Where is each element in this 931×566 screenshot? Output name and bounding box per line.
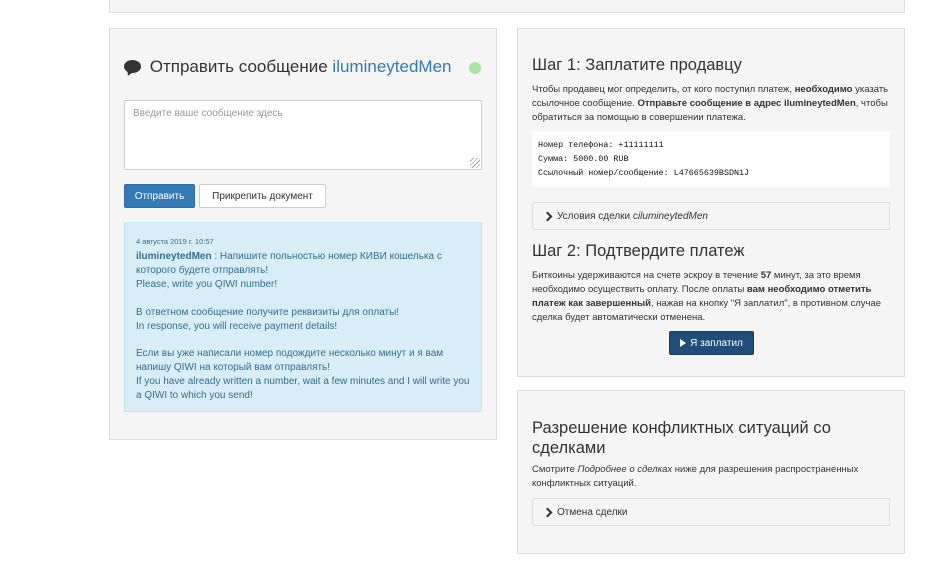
payment-steps-panel: Шаг 1: Заплатите продавцу Чтобы продавец… (517, 28, 905, 377)
message-author: ilumineytedMen (136, 250, 212, 262)
top-panel (109, 0, 905, 13)
cancel-trade-toggle[interactable]: Отмена сделки (532, 498, 890, 526)
step1-title: Шаг 1: Заплатите продавцу (532, 56, 742, 74)
step1-text: Чтобы продавец мог определить, от кого п… (532, 84, 889, 123)
chat-message: 4 августа 2019 г. 10:57 ilumineytedMen :… (124, 222, 482, 412)
play-icon (680, 339, 687, 347)
message-line: Please, write you QIWI number! (136, 278, 278, 290)
payment-details: Номер телефона: +11111111 Сумма: 5000.00… (532, 131, 890, 187)
payment-amount: Сумма: 5000.00 RUB (538, 154, 629, 164)
chat-title: Отправить сообщение ilumineytedMen (124, 57, 451, 77)
chat-username: ilumineytedMen (332, 57, 452, 76)
i-paid-label: Я заплатил (690, 337, 743, 349)
comment-icon (124, 60, 141, 73)
message-input[interactable] (124, 100, 482, 170)
chevron-right-icon (542, 507, 553, 517)
chat-title-text: Отправить сообщение (149, 57, 328, 76)
chat-panel: Отправить сообщение ilumineytedMen Отпра… (109, 28, 497, 440)
disputes-text: Смотрите Подробнее о сделках ниже для ра… (532, 464, 859, 489)
message-line: In response, you will receive payment de… (136, 320, 338, 332)
cancel-trade-label: Отмена сделки (557, 506, 628, 518)
chevron-right-icon (542, 211, 553, 221)
message-line: ilumineytedMen : Напишите польностью ном… (136, 250, 470, 278)
step2-title: Шаг 2: Подтвердите платеж (532, 242, 745, 260)
payment-phone: Номер телефона: +11111111 (538, 140, 664, 150)
payment-reference: Ссылочный номер/сообщение: L47665639BSDN… (538, 168, 750, 178)
send-button[interactable]: Отправить (124, 184, 195, 208)
message-line: В ответном сообщение получите реквизиты … (136, 306, 400, 318)
message-date: 4 августа 2019 г. 10:57 (136, 237, 214, 246)
trade-terms-toggle[interactable]: Условия сделки с ilumineytedMen (532, 202, 890, 230)
message-line: If you have already written a number, wa… (136, 376, 470, 402)
i-paid-button[interactable]: Я заплатил (669, 331, 754, 355)
attach-document-button[interactable]: Прикрепить документ (199, 184, 326, 208)
trade-terms-user: ilumineytedMen (637, 210, 708, 222)
disputes-panel: Разрешение конфликтных ситуаций со сделк… (517, 390, 905, 554)
resize-handle-icon[interactable] (470, 158, 480, 168)
online-status-icon (469, 62, 481, 74)
disputes-title: Разрешение конфликтных ситуаций со сделк… (532, 419, 831, 457)
trade-terms-label: Условия сделки с (557, 210, 638, 222)
message-line: Если вы уже написали номер подождите нес… (136, 348, 444, 374)
step2-text: Биткоины удерживаются на счете эскроу в … (532, 270, 882, 323)
